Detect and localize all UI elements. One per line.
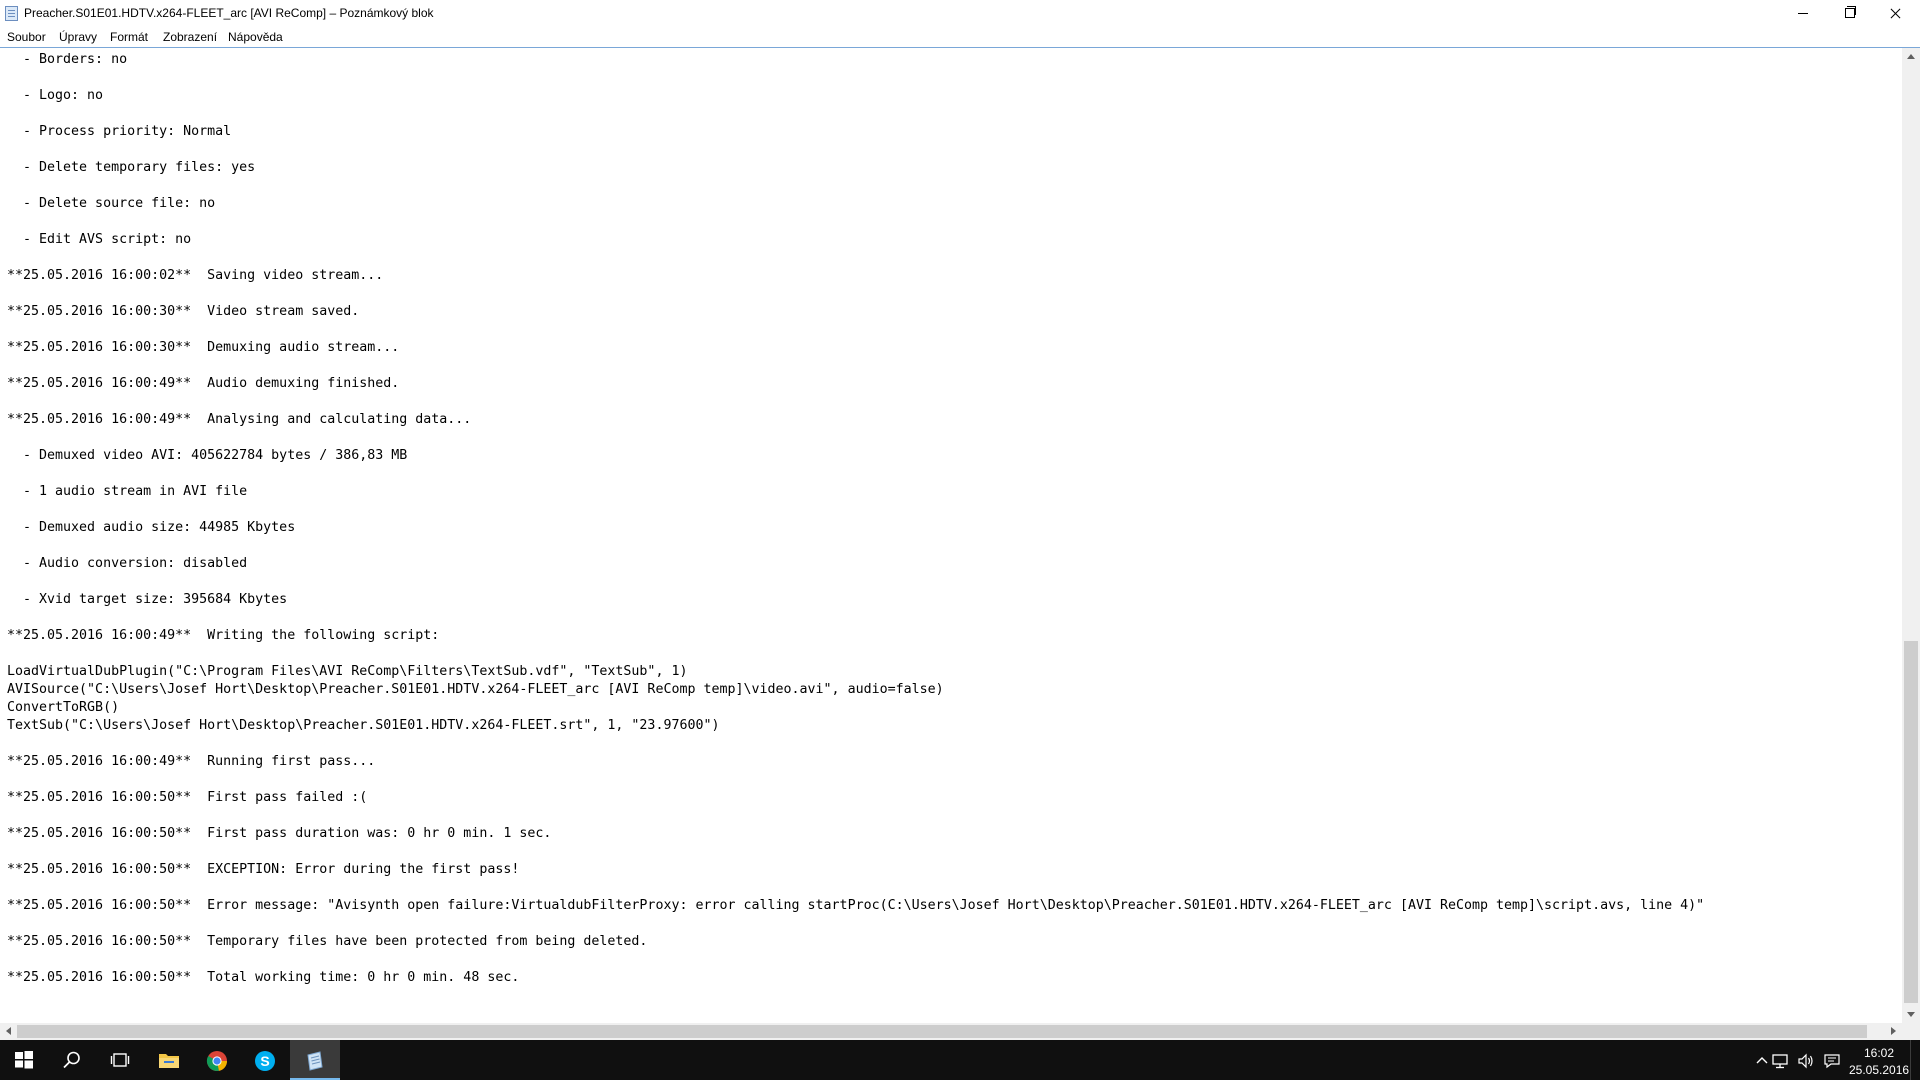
text-line[interactable]: - Logo: no — [7, 87, 1704, 105]
vertical-scroll-thumb[interactable] — [1904, 641, 1918, 1003]
text-line[interactable]: **25.05.2016 16:00:50** First pass durat… — [7, 825, 1704, 843]
horizontal-scrollbar[interactable] — [0, 1023, 1902, 1040]
text-line[interactable] — [7, 357, 1704, 375]
chrome-icon — [206, 1051, 227, 1072]
text-line[interactable]: - Audio conversion: disabled — [7, 555, 1704, 573]
task-view-icon — [110, 1053, 130, 1067]
notepad-icon — [307, 1051, 323, 1071]
task-view-button[interactable] — [96, 1040, 144, 1080]
scroll-right-arrow-icon[interactable] — [1885, 1023, 1902, 1040]
text-line[interactable]: **25.05.2016 16:00:49** Writing the foll… — [7, 627, 1704, 645]
clock-date[interactable]: 25.05.2016 — [1849, 1063, 1909, 1077]
text-line[interactable] — [7, 609, 1704, 627]
text-line[interactable]: - Demuxed audio size: 44985 Kbytes — [7, 519, 1704, 537]
text-line[interactable]: - Borders: no — [7, 51, 1704, 69]
scroll-up-arrow-icon[interactable] — [1902, 48, 1920, 65]
text-line[interactable] — [7, 213, 1704, 231]
notepad-app-icon[interactable] — [5, 6, 18, 21]
scroll-left-arrow-icon[interactable] — [0, 1023, 17, 1040]
text-line[interactable] — [7, 321, 1704, 339]
text-line[interactable]: - Demuxed video AVI: 405622784 bytes / 3… — [7, 447, 1704, 465]
show-hidden-icons-chevron-up-icon[interactable] — [1752, 1052, 1772, 1070]
window-title: Preacher.S01E01.HDTV.x264-FLEET_arc [AVI… — [24, 6, 434, 20]
clock-time[interactable]: 16:02 — [1864, 1046, 1894, 1060]
text-line[interactable] — [7, 285, 1704, 303]
text-line[interactable]: AVISource("C:\Users\Josef Hort\Desktop\P… — [7, 681, 1704, 699]
menu-bar: Soubor Úpravy Formát Zobrazení Nápověda — [0, 28, 1920, 47]
text-line[interactable]: **25.05.2016 16:00:49** Analysing and ca… — [7, 411, 1704, 429]
start-button[interactable] — [0, 1040, 48, 1080]
text-line[interactable]: **25.05.2016 16:00:50** Error message: "… — [7, 897, 1704, 915]
text-line[interactable] — [7, 501, 1704, 519]
text-line[interactable]: **25.05.2016 16:00:30** Video stream sav… — [7, 303, 1704, 321]
windows-start-icon — [15, 1051, 33, 1069]
text-line[interactable]: **25.05.2016 16:00:50** EXCEPTION: Error… — [7, 861, 1704, 879]
minimize-button[interactable] — [1780, 0, 1826, 28]
text-line[interactable]: - Delete source file: no — [7, 195, 1704, 213]
search-icon — [63, 1051, 80, 1069]
search-button[interactable] — [48, 1040, 96, 1080]
text-line[interactable]: LoadVirtualDubPlugin("C:\Program Files\A… — [7, 663, 1704, 681]
volume-icon[interactable] — [1796, 1052, 1816, 1070]
text-editor[interactable]: - Borders: no - Logo: no - Process prior… — [0, 47, 1920, 1023]
restore-button[interactable] — [1826, 0, 1872, 28]
text-line[interactable]: **25.05.2016 16:00:50** First pass faile… — [7, 789, 1704, 807]
scroll-down-arrow-icon[interactable] — [1902, 1006, 1920, 1023]
show-desktop-button[interactable] — [1910, 1040, 1920, 1080]
title-bar[interactable]: Preacher.S01E01.HDTV.x264-FLEET_arc [AVI… — [0, 0, 1920, 28]
text-line[interactable] — [7, 843, 1704, 861]
text-line[interactable]: - Process priority: Normal — [7, 123, 1704, 141]
text-line[interactable] — [7, 177, 1704, 195]
svg-text:S: S — [260, 1053, 269, 1069]
text-line[interactable] — [7, 465, 1704, 483]
text-line[interactable] — [7, 735, 1704, 753]
text-line[interactable]: **25.05.2016 16:00:49** Running first pa… — [7, 753, 1704, 771]
taskbar: S — [0, 1040, 1920, 1080]
menu-zobrazeni[interactable]: Zobrazení — [163, 30, 217, 44]
close-button[interactable] — [1872, 0, 1918, 28]
horizontal-scroll-thumb[interactable] — [17, 1025, 1867, 1038]
text-line[interactable] — [7, 645, 1704, 663]
scrollbar-corner — [1902, 1023, 1920, 1040]
menu-soubor[interactable]: Soubor — [7, 30, 46, 44]
text-line[interactable]: **25.05.2016 16:00:02** Saving video str… — [7, 267, 1704, 285]
text-line[interactable]: - Edit AVS script: no — [7, 231, 1704, 249]
text-line[interactable] — [7, 807, 1704, 825]
file-explorer-button[interactable] — [144, 1040, 192, 1080]
text-line[interactable] — [7, 393, 1704, 411]
text-line[interactable]: **25.05.2016 16:00:30** Demuxing audio s… — [7, 339, 1704, 357]
network-icon[interactable] — [1770, 1052, 1790, 1070]
text-line[interactable] — [7, 951, 1704, 969]
menu-format[interactable]: Formát — [110, 30, 148, 44]
text-line[interactable] — [7, 879, 1704, 897]
text-line[interactable] — [7, 429, 1704, 447]
text-line[interactable]: **25.05.2016 16:00:50** Total working ti… — [7, 969, 1704, 987]
text-line[interactable] — [7, 105, 1704, 123]
text-line[interactable] — [7, 771, 1704, 789]
text-line[interactable]: - Xvid target size: 395684 Kbytes — [7, 591, 1704, 609]
text-line[interactable]: - Delete temporary files: yes — [7, 159, 1704, 177]
text-line[interactable] — [7, 573, 1704, 591]
text-line[interactable] — [7, 69, 1704, 87]
menu-napoveda[interactable]: Nápověda — [228, 30, 283, 44]
text-line[interactable]: ConvertToRGB() — [7, 699, 1704, 717]
document-text[interactable]: - Borders: no - Logo: no - Process prior… — [7, 51, 1704, 987]
chrome-button[interactable] — [192, 1040, 240, 1080]
vertical-scrollbar[interactable] — [1902, 48, 1920, 1023]
skype-button[interactable]: S — [240, 1040, 288, 1080]
notepad-taskbar-button[interactable] — [290, 1040, 340, 1080]
text-line[interactable] — [7, 537, 1704, 555]
text-line[interactable] — [7, 141, 1704, 159]
text-line[interactable]: TextSub("C:\Users\Josef Hort\Desktop\Pre… — [7, 717, 1704, 735]
text-line[interactable]: **25.05.2016 16:00:49** Audio demuxing f… — [7, 375, 1704, 393]
text-line[interactable]: - 1 audio stream in AVI file — [7, 483, 1704, 501]
action-center-icon[interactable] — [1822, 1052, 1842, 1070]
skype-icon: S — [255, 1051, 275, 1071]
text-line[interactable] — [7, 249, 1704, 267]
text-line[interactable]: **25.05.2016 16:00:50** Temporary files … — [7, 933, 1704, 951]
text-line[interactable] — [7, 915, 1704, 933]
menu-upravy[interactable]: Úpravy — [59, 30, 97, 44]
file-explorer-icon — [159, 1054, 179, 1068]
